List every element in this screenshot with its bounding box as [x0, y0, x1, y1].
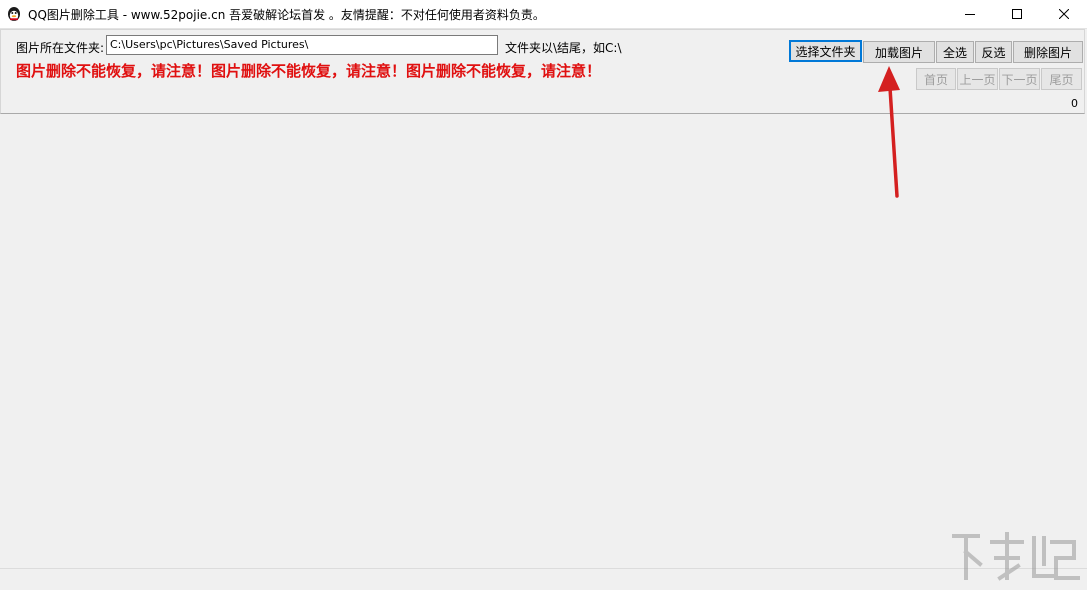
- title-bar: QQ图片删除工具 - www.52pojie.cn 吾爱破解论坛首发 。友情提醒…: [0, 0, 1087, 29]
- load-images-button[interactable]: 加载图片: [863, 41, 935, 63]
- folder-label: 图片所在文件夹:: [16, 41, 105, 55]
- select-folder-button[interactable]: 选择文件夹: [789, 40, 862, 62]
- maximize-button[interactable]: [994, 0, 1040, 28]
- delete-warning: 图片删除不能恢复，请注意！图片删除不能恢复，请注意！图片删除不能恢复，请注意！: [16, 62, 602, 80]
- status-bar: [0, 568, 1087, 590]
- close-button[interactable]: [1041, 0, 1087, 28]
- window-title: QQ图片删除工具 - www.52pojie.cn 吾爱破解论坛首发 。友情提醒…: [28, 8, 545, 22]
- close-icon: [1059, 9, 1069, 19]
- invert-selection-button[interactable]: 反选: [975, 41, 1012, 63]
- watermark-logo: [952, 532, 1080, 581]
- maximize-icon: [1012, 9, 1022, 19]
- folder-path-input[interactable]: C:\Users\pc\Pictures\Saved Pictures\: [106, 35, 498, 55]
- last-page-button[interactable]: 尾页: [1041, 68, 1082, 90]
- next-page-button[interactable]: 下一页: [999, 68, 1040, 90]
- minimize-button[interactable]: [947, 0, 993, 28]
- select-all-button[interactable]: 全选: [936, 41, 974, 63]
- app-icon: [8, 7, 20, 21]
- delete-images-button[interactable]: 删除图片: [1013, 41, 1083, 63]
- prev-page-button[interactable]: 上一页: [957, 68, 998, 90]
- image-list-area[interactable]: [0, 115, 1087, 568]
- annotation-arrow-icon: [878, 66, 900, 198]
- minimize-icon: [965, 14, 975, 15]
- image-count: 0: [1071, 97, 1078, 110]
- folder-hint: 文件夹以\结尾，如C:\: [505, 41, 622, 55]
- first-page-button[interactable]: 首页: [916, 68, 956, 90]
